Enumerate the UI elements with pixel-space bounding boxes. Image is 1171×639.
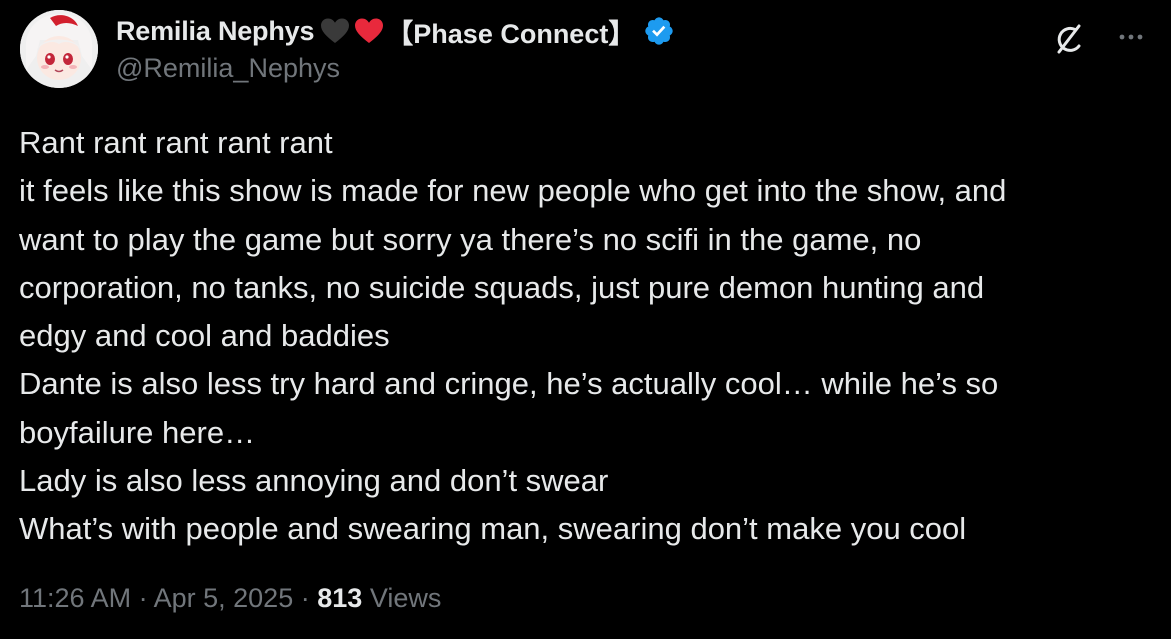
views-count: 813 (317, 583, 363, 613)
tweet-line: boyfailure here… (19, 414, 256, 450)
black-heart-icon (320, 17, 350, 45)
views-label: Views (369, 583, 442, 613)
author-handle[interactable]: @Remilia_Nephys (116, 53, 340, 84)
author-name-row: Remilia Nephys 【Phase Connect】 (116, 12, 675, 50)
tweet-line: Lady is also less annoying and don’t swe… (19, 463, 609, 499)
more-options-icon[interactable] (1110, 22, 1150, 52)
tweet-date[interactable]: Apr 5, 2025 (154, 583, 294, 613)
tweet-time[interactable]: 11:26 AM (19, 583, 131, 613)
avatar[interactable] (20, 10, 98, 88)
display-name[interactable]: Remilia Nephys (116, 16, 314, 47)
tweet-line: it feels like this show is made for new … (19, 173, 1007, 209)
grok-icon[interactable] (1050, 20, 1088, 58)
meta-separator: · (138, 583, 148, 613)
tweet-line: Dante is also less try hard and cringe, … (19, 366, 999, 402)
tweet: Remilia Nephys 【Phase Connect】 @Remilia_… (0, 0, 1171, 639)
meta-separator: · (300, 583, 310, 613)
tweet-meta: 11:26 AM · Apr 5, 2025 · 813 Views (19, 583, 441, 614)
red-heart-icon (354, 17, 384, 45)
verified-badge-icon[interactable] (643, 15, 675, 47)
tweet-line: want to play the game but sorry ya there… (19, 221, 922, 257)
tweet-line: corporation, no tanks, no suicide squads… (19, 269, 985, 305)
tweet-line: edgy and cool and baddies (19, 318, 390, 354)
tweet-line: What’s with people and swearing man, swe… (19, 511, 967, 547)
tweet-text: Rant rant rant rant rant it feels like t… (19, 119, 1159, 554)
tweet-line: Rant rant rant rant rant (19, 125, 333, 160)
name-affiliation: 【Phase Connect】 (386, 18, 636, 49)
